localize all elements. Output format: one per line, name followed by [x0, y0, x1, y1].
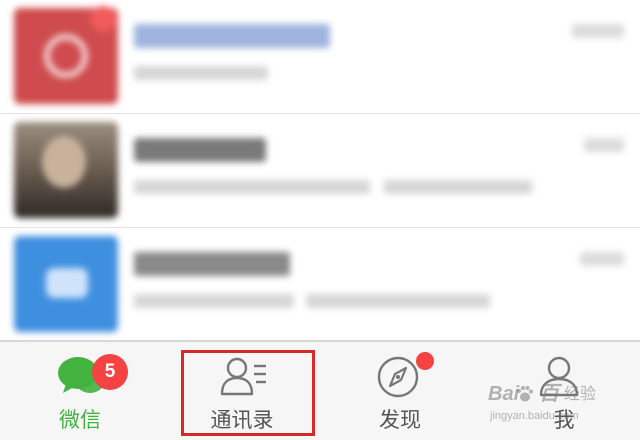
chat-list-item[interactable]	[0, 114, 640, 227]
chat-time	[584, 138, 624, 152]
tab-contacts[interactable]: 通讯录	[176, 342, 316, 440]
contacts-icon	[220, 357, 266, 396]
chat-list[interactable]	[0, 0, 640, 340]
chat-time	[572, 24, 624, 38]
tab-me[interactable]: 我	[494, 342, 634, 440]
tab-chats[interactable]: 5 微信	[24, 342, 164, 440]
chat-preview	[134, 294, 294, 308]
chat-list-item[interactable]	[0, 0, 640, 113]
chat-name	[134, 138, 266, 162]
wechat-screen: 5 微信 通讯录 发现 我 Bai 百 经验 jingyan.baidu.com	[0, 0, 640, 440]
tab-label: 微信	[59, 408, 101, 432]
avatar	[14, 236, 118, 332]
avatar	[14, 122, 118, 218]
tab-label: 通讯录	[210, 408, 274, 432]
chat-time	[580, 252, 624, 266]
chat-name	[134, 252, 290, 276]
chat-preview-tail	[306, 294, 490, 308]
tab-discover[interactable]: 发现	[330, 342, 470, 440]
chat-list-item[interactable]	[0, 228, 640, 340]
unread-count-badge: 5	[92, 354, 128, 390]
unread-badge	[90, 6, 116, 32]
tab-label: 我	[553, 408, 575, 432]
chat-preview	[134, 180, 370, 194]
tab-label: 发现	[379, 408, 421, 432]
tab-bar: 5 微信 通讯录 发现 我	[0, 340, 640, 440]
person-icon	[539, 356, 579, 397]
new-dot-badge	[416, 352, 434, 370]
chat-preview	[134, 66, 268, 80]
chat-preview-tail	[384, 180, 532, 194]
chat-name	[134, 24, 330, 48]
